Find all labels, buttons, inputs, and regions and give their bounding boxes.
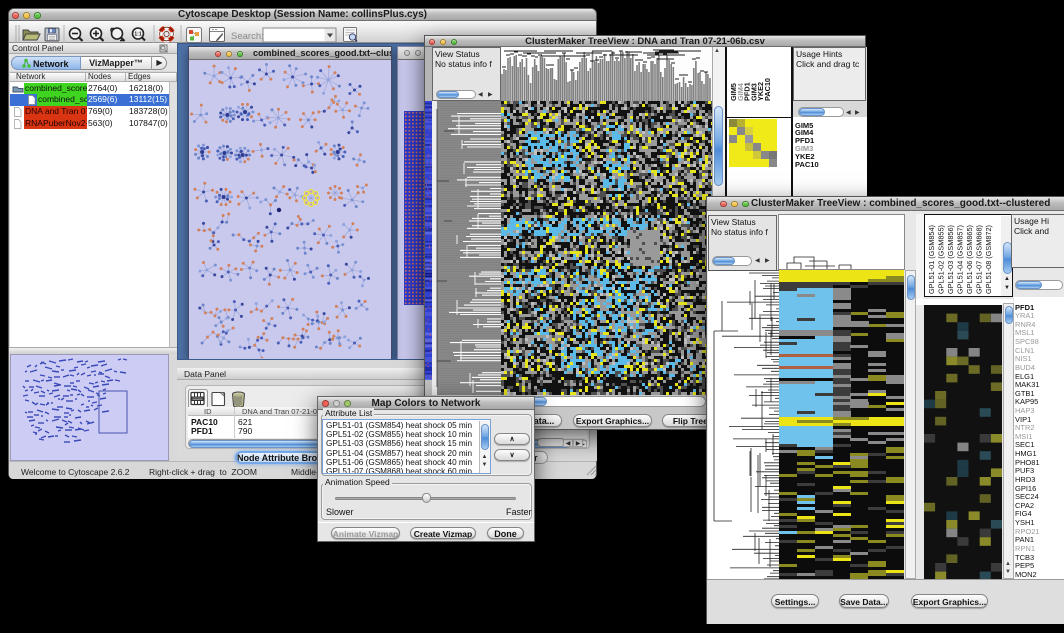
- svg-text:PAC10: PAC10: [763, 78, 772, 101]
- svg-text:GPL51-07 (GSM868): GPL51-07 (GSM868): [975, 225, 984, 294]
- svg-text:Search:: Search:: [231, 31, 264, 42]
- svg-text:GPL51-02 (GSM855): GPL51-02 (GSM855): [937, 225, 946, 294]
- svg-text:GPL51-06 (GSM865): GPL51-06 (GSM865): [965, 225, 974, 294]
- svg-text:GPL51-08 (GSM872): GPL51-08 (GSM872): [984, 225, 993, 294]
- svg-text:GPL51-03 (GSM856): GPL51-03 (GSM856): [946, 225, 955, 294]
- svg-text:GPL51-01 (GSM854): GPL51-01 (GSM854): [927, 225, 936, 294]
- svg-text:1:1: 1:1: [134, 32, 141, 38]
- svg-text:GPL51-04 (GSM857): GPL51-04 (GSM857): [956, 225, 965, 294]
